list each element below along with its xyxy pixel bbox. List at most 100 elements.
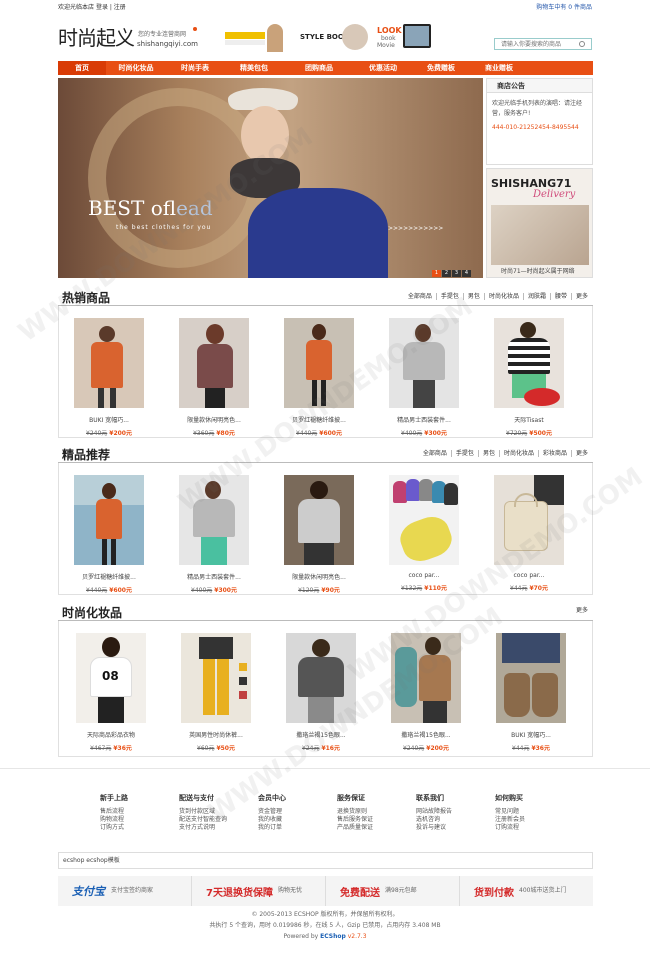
product-card[interactable]: 限量款休闲明亮色... ¥120元 ¥90元	[284, 475, 354, 594]
nav-item-watches[interactable]: 时尚手表	[166, 61, 224, 75]
footer-link[interactable]: 资金管理	[258, 808, 328, 816]
product-price: ¥240元 ¥200元	[86, 430, 132, 437]
banner-dot[interactable]: 3	[452, 270, 461, 277]
nav-item-bags[interactable]: 精美包包	[224, 61, 284, 75]
footer-link[interactable]: 购物流程	[100, 816, 170, 824]
footer-link[interactable]: 我的订单	[258, 824, 328, 832]
product-image[interactable]	[494, 318, 564, 408]
topbar-welcome: 欢迎光临本店 登录 | 注册	[58, 4, 126, 11]
tab-all[interactable]: 全部商品	[404, 293, 436, 300]
tab-all[interactable]: 全部商品	[419, 450, 451, 457]
footer-link[interactable]: 注册新会员	[495, 816, 565, 824]
product-card[interactable]: BUKI 宽幅巧... ¥44元 ¥36元	[496, 633, 566, 752]
product-name[interactable]: 精品男士西装套件...	[389, 415, 459, 424]
tab-menbag[interactable]: 男包	[477, 450, 499, 457]
product-name[interactable]: 天际Tisast	[494, 415, 564, 424]
product-price: ¥400元 ¥300元	[191, 587, 237, 594]
guarantee-item: 货到付款 400城市送货上门	[474, 887, 567, 899]
side-ad[interactable]: SHISHANG71 Delivery 时尚71—时尚起义属于网络	[486, 168, 593, 278]
footer-link[interactable]: 售后流程	[100, 808, 170, 816]
product-price: ¥44元 ¥36元	[512, 745, 550, 752]
nav-item-free[interactable]: 免费赠板	[412, 61, 470, 75]
footer-link[interactable]: 订购方式	[100, 824, 170, 832]
footer-link[interactable]: 网站故障报告	[416, 808, 486, 816]
login-link[interactable]: 登录	[96, 4, 108, 11]
footer-link[interactable]: 支付方式说明	[179, 824, 249, 832]
friend-links: ecshop ecshop模板	[58, 852, 593, 869]
product-card[interactable]: 英国男性时尚休裤... ¥60元 ¥50元	[181, 633, 251, 752]
ecshop-link[interactable]: ECShop	[320, 933, 346, 940]
tab-cosmetics[interactable]: 时尚化妆品	[483, 293, 523, 300]
nav-item-groupbuy[interactable]: 团购商品	[284, 61, 354, 75]
footer-col: 会员中心 资金管理 我的收藏 我的订单	[258, 793, 328, 832]
footer-link[interactable]: 常见问题	[495, 808, 565, 816]
tab-cream[interactable]: 润肤霜	[522, 293, 550, 300]
cosmetics-more-link[interactable]: 更多	[576, 608, 588, 614]
header-ad-2[interactable]: STYLE BOOK	[300, 24, 368, 52]
product-image[interactable]	[74, 318, 144, 408]
footer-link[interactable]: 订购流程	[495, 824, 565, 832]
tab-handbag[interactable]: 手提包	[450, 450, 478, 457]
product-image[interactable]	[496, 633, 566, 723]
search-input[interactable]	[495, 39, 579, 49]
product-name[interactable]: coco par...	[389, 572, 459, 579]
search-icon[interactable]	[579, 41, 585, 47]
product-image[interactable]	[284, 475, 354, 565]
cart-summary[interactable]: 购物车中有 0 件商品	[536, 5, 592, 11]
tab-more[interactable]: 更多	[570, 450, 592, 457]
register-link[interactable]: 注册	[114, 4, 126, 11]
product-image[interactable]: 08	[76, 633, 146, 723]
logo-dot	[193, 27, 197, 31]
banner-dot[interactable]: 4	[462, 270, 471, 277]
product-image[interactable]	[179, 318, 249, 408]
product-name[interactable]: 精品男士西装套件...	[179, 572, 249, 581]
header-ad-1[interactable]	[225, 24, 285, 52]
product-image[interactable]	[74, 475, 144, 565]
best-tabs: 全部商品 手提包 男包 时尚化妆品 彩妆商品 更多	[419, 450, 592, 457]
footer-link[interactable]: 退换货原则	[337, 808, 407, 816]
tab-makeup[interactable]: 彩妆商品	[537, 450, 571, 457]
product-image[interactable]	[389, 475, 459, 565]
product-name[interactable]: 限量款休闲明亮色...	[284, 572, 354, 581]
logo-tagline: 您的专业连营商网	[138, 31, 187, 38]
tab-more[interactable]: 更多	[570, 293, 592, 300]
product-name[interactable]: BUKI 宽幅巧...	[496, 730, 566, 739]
footer-link[interactable]: 我的收藏	[258, 816, 328, 824]
search-box[interactable]	[494, 38, 592, 50]
product-name[interactable]: 限量款休闲明亮色...	[179, 415, 249, 424]
tab-cosmetics[interactable]: 时尚化妆品	[498, 450, 538, 457]
product-name[interactable]: 英国男性时尚休裤...	[181, 730, 251, 739]
product-image[interactable]	[181, 633, 251, 723]
nav-item-business[interactable]: 商业赠板	[470, 61, 528, 75]
stats-line: 共执行 5 个查询，用时 0.019986 秒，在线 5 人，Gzip 已禁用，…	[209, 922, 441, 929]
footer-col: 如何购买 常见问题 注册新会员 订购流程	[495, 793, 565, 832]
product-name[interactable]: 贝罗红褪糖纤维披...	[74, 572, 144, 581]
nav-item-promo[interactable]: 优惠活动	[354, 61, 412, 75]
product-card[interactable]: BUKI 宽幅巧... ¥240元 ¥200元	[74, 318, 144, 437]
banner-dot[interactable]: 2	[442, 270, 451, 277]
header-ad-3[interactable]: LOOK book Movie	[377, 24, 457, 52]
product-name[interactable]: BUKI 宽幅巧...	[74, 415, 144, 424]
nav-item-cosmetics[interactable]: 时尚化妆品	[106, 61, 166, 75]
product-card[interactable]: coco par... ¥132元 ¥110元	[389, 475, 459, 592]
product-card[interactable]: 08 天际商品彩品衣物 ¥467元 ¥36元	[76, 633, 146, 752]
friend-link[interactable]: ecshop ecshop模板	[59, 853, 592, 869]
product-name[interactable]: 天际商品彩品衣物	[76, 730, 146, 739]
product-card[interactable]: 天际Tisast ¥720元 ¥500元	[494, 318, 564, 437]
product-name[interactable]: 撒珞兰褐15色眼...	[391, 730, 461, 739]
logo[interactable]: 时尚起义	[58, 22, 135, 51]
banner-arrows: >>>>>>>>>>>	[388, 225, 444, 232]
product-card[interactable]: 限量款休闲明亮色... ¥360元 ¥80元	[179, 318, 249, 437]
footer-link[interactable]: 产品质量保证	[337, 824, 407, 832]
guarantee-bar: 支付宝 支付宝签约商家 7天退换货保障 购物无忧 免费配送 满98元包邮 货到付…	[58, 876, 593, 906]
tab-belt[interactable]: 腰带	[549, 293, 571, 300]
main-nav: 首页 时尚化妆品 时尚手表 精美包包 团购商品 优惠活动 免费赠板 商业赠板	[58, 61, 593, 75]
best-section-title: 精品推荐	[62, 448, 111, 462]
footer-link[interactable]: 售后服务保证	[337, 816, 407, 824]
footer-link[interactable]: 投诉与建议	[416, 824, 486, 832]
footer-link[interactable]: 选机咨询	[416, 816, 486, 824]
nav-item-home[interactable]: 首页	[58, 61, 106, 75]
product-card[interactable]: 贝罗红褪糖纤维披... ¥440元 ¥600元	[74, 475, 144, 594]
footer-col-title: 新手上路	[100, 794, 128, 802]
banner-dot[interactable]: 1	[432, 270, 441, 277]
